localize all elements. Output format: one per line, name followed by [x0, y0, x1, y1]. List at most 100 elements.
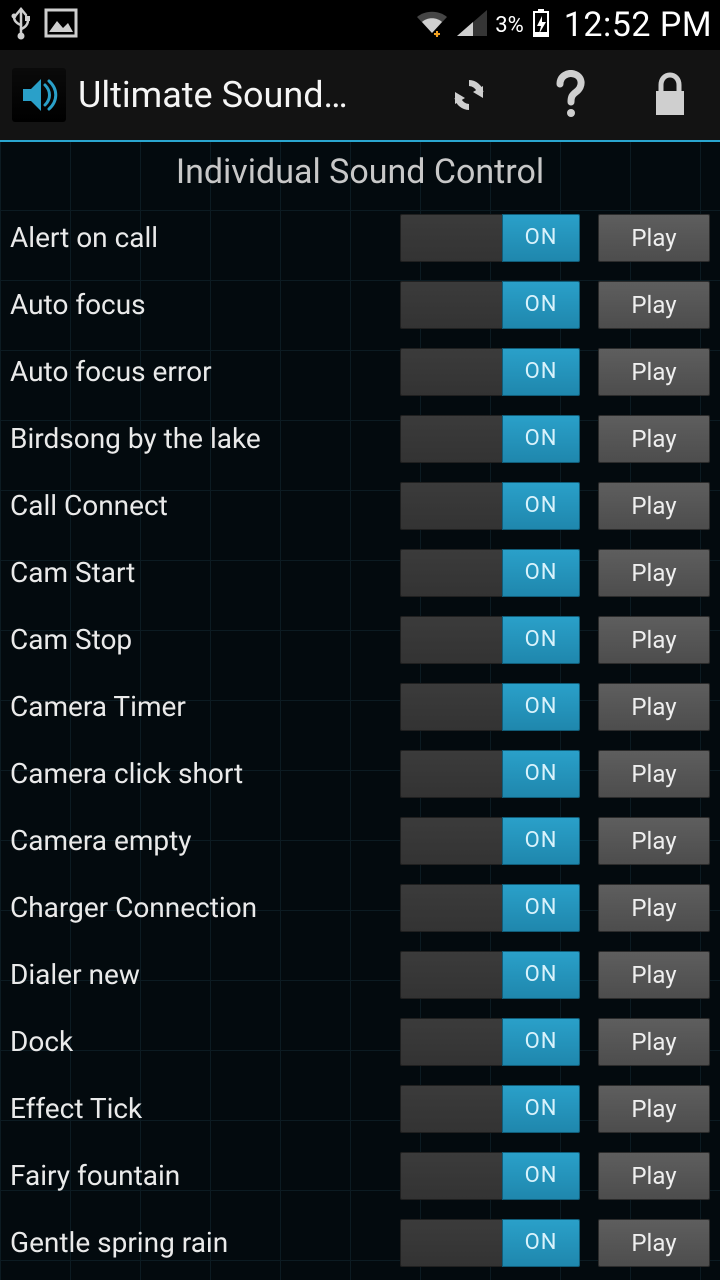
toggle-on-segment: ON: [502, 1085, 580, 1133]
sound-toggle[interactable]: ON: [400, 214, 580, 262]
play-button[interactable]: Play: [598, 750, 710, 798]
play-button[interactable]: Play: [598, 214, 710, 262]
sound-label: Birdsong by the lake: [10, 422, 400, 455]
sound-label: Camera click short: [10, 757, 400, 790]
sound-toggle[interactable]: ON: [400, 1085, 580, 1133]
usb-icon: [8, 5, 34, 46]
sound-toggle[interactable]: ON: [400, 817, 580, 865]
sound-label: Dock: [10, 1025, 400, 1058]
toggle-on-segment: ON: [502, 1219, 580, 1267]
sound-row: Charger Connection ON Play: [0, 874, 720, 941]
toggle-off-segment: [400, 549, 502, 597]
toggle-on-segment: ON: [502, 616, 580, 664]
play-button[interactable]: Play: [598, 683, 710, 731]
status-bar: 3% 12:52 PM: [0, 0, 720, 50]
sound-toggle[interactable]: ON: [400, 482, 580, 530]
sound-toggle[interactable]: ON: [400, 884, 580, 932]
toggle-off-segment: [400, 348, 502, 396]
toggle-on-segment: ON: [502, 482, 580, 530]
sound-label: Call Connect: [10, 489, 400, 522]
sound-row: Camera empty ON Play: [0, 807, 720, 874]
sound-toggle[interactable]: ON: [400, 1018, 580, 1066]
sound-row: Cam Start ON Play: [0, 539, 720, 606]
toggle-on-segment: ON: [502, 214, 580, 262]
refresh-icon[interactable]: [446, 72, 492, 118]
toggle-on-segment: ON: [502, 884, 580, 932]
app-icon: [12, 68, 66, 122]
sound-row: Auto focus ON Play: [0, 271, 720, 338]
clock: 12:52 PM: [564, 5, 712, 45]
toggle-off-segment: [400, 1085, 502, 1133]
toggle-off-segment: [400, 750, 502, 798]
sound-label: Cam Start: [10, 556, 400, 589]
sound-toggle[interactable]: ON: [400, 281, 580, 329]
sound-label: Camera empty: [10, 824, 400, 857]
toggle-on-segment: ON: [502, 1152, 580, 1200]
play-button[interactable]: Play: [598, 616, 710, 664]
sound-label: Dialer new: [10, 958, 400, 991]
action-bar: Ultimate Sound…: [0, 50, 720, 142]
toggle-on-segment: ON: [502, 817, 580, 865]
toggle-on-segment: ON: [502, 1018, 580, 1066]
play-button[interactable]: Play: [598, 1018, 710, 1066]
sound-toggle[interactable]: ON: [400, 1219, 580, 1267]
play-button[interactable]: Play: [598, 1219, 710, 1267]
toggle-off-segment: [400, 1018, 502, 1066]
toggle-off-segment: [400, 817, 502, 865]
sound-label: Fairy fountain: [10, 1159, 400, 1192]
page-title: Individual Sound Control: [0, 142, 720, 204]
sound-toggle[interactable]: ON: [400, 415, 580, 463]
sound-label: Cam Stop: [10, 623, 400, 656]
sound-row: Camera click short ON Play: [0, 740, 720, 807]
play-button[interactable]: Play: [598, 951, 710, 999]
wifi-icon: [415, 9, 449, 42]
toggle-on-segment: ON: [502, 348, 580, 396]
toggle-off-segment: [400, 415, 502, 463]
play-button[interactable]: Play: [598, 415, 710, 463]
play-button[interactable]: Play: [598, 884, 710, 932]
help-icon[interactable]: [554, 70, 588, 120]
play-button[interactable]: Play: [598, 1085, 710, 1133]
toggle-off-segment: [400, 482, 502, 530]
sound-toggle[interactable]: ON: [400, 1152, 580, 1200]
sound-row: Birdsong by the lake ON Play: [0, 405, 720, 472]
sound-label: Auto focus: [10, 288, 400, 321]
sound-toggle[interactable]: ON: [400, 549, 580, 597]
sound-toggle[interactable]: ON: [400, 683, 580, 731]
play-button[interactable]: Play: [598, 482, 710, 530]
sound-toggle[interactable]: ON: [400, 616, 580, 664]
toggle-on-segment: ON: [502, 951, 580, 999]
toggle-off-segment: [400, 616, 502, 664]
lock-icon[interactable]: [650, 71, 690, 119]
play-button[interactable]: Play: [598, 348, 710, 396]
play-button[interactable]: Play: [598, 817, 710, 865]
battery-percent: 3%: [495, 13, 523, 38]
play-button[interactable]: Play: [598, 1152, 710, 1200]
toggle-off-segment: [400, 683, 502, 731]
sound-toggle[interactable]: ON: [400, 348, 580, 396]
sound-row: Call Connect ON Play: [0, 472, 720, 539]
toggle-off-segment: [400, 214, 502, 262]
toggle-off-segment: [400, 1152, 502, 1200]
play-button[interactable]: Play: [598, 549, 710, 597]
sound-row: Gentle spring rain ON Play: [0, 1209, 720, 1276]
sound-label: Alert on call: [10, 221, 400, 254]
sound-row: Camera Timer ON Play: [0, 673, 720, 740]
play-button[interactable]: Play: [598, 281, 710, 329]
sound-label: Auto focus error: [10, 355, 400, 388]
sound-label: Camera Timer: [10, 690, 400, 723]
image-icon: [44, 8, 78, 43]
sound-label: Gentle spring rain: [10, 1226, 400, 1259]
sound-label: Charger Connection: [10, 891, 400, 924]
toggle-off-segment: [400, 1219, 502, 1267]
sound-toggle[interactable]: ON: [400, 750, 580, 798]
sound-toggle[interactable]: ON: [400, 951, 580, 999]
toggle-on-segment: ON: [502, 683, 580, 731]
sound-label: Effect Tick: [10, 1092, 400, 1125]
toggle-off-segment: [400, 281, 502, 329]
toggle-off-segment: [400, 884, 502, 932]
sound-row: Dialer new ON Play: [0, 941, 720, 1008]
toggle-on-segment: ON: [502, 750, 580, 798]
sound-row: Dock ON Play: [0, 1008, 720, 1075]
toggle-on-segment: ON: [502, 549, 580, 597]
